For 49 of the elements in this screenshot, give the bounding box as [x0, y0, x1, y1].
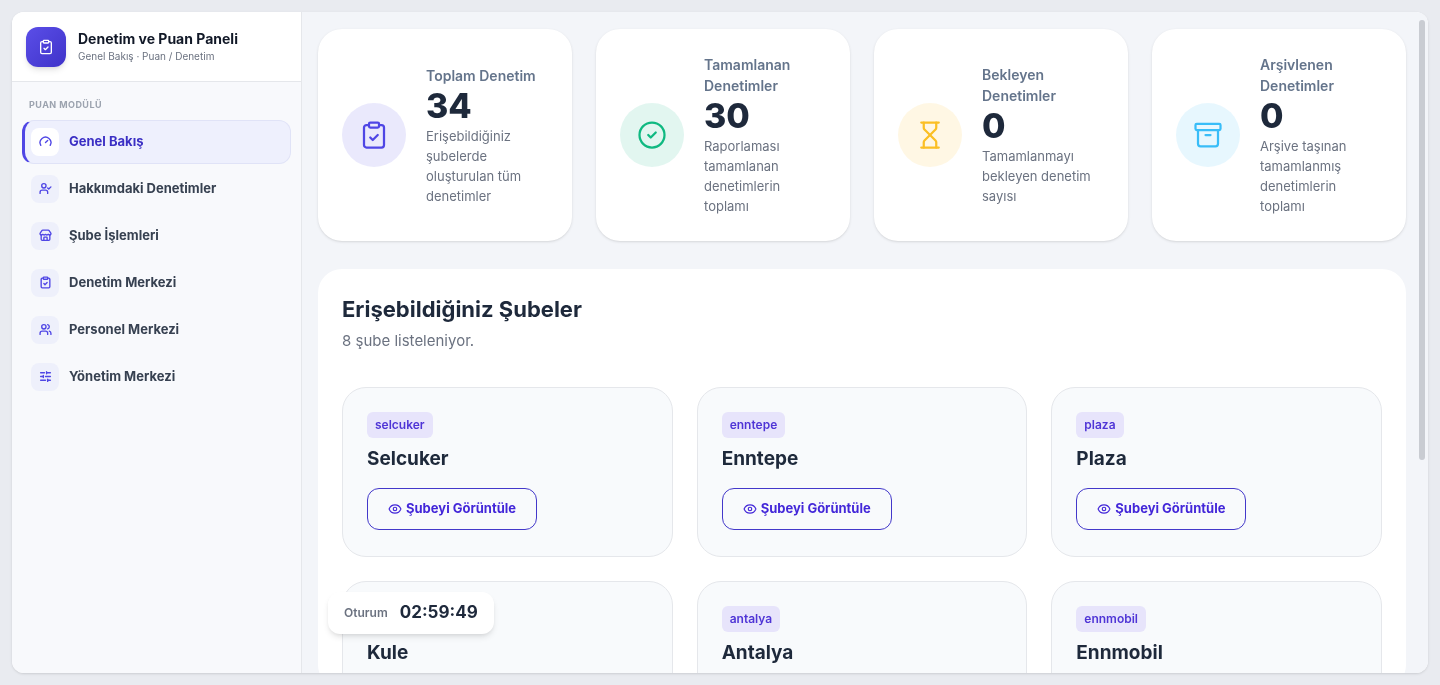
sliders-icon — [31, 362, 59, 391]
nav-item[interactable]: Personel Merkezi — [22, 307, 291, 352]
view-branch-button[interactable]: Şubeyi Görüntüle — [1076, 487, 1247, 530]
stat-title: Bekleyen Denetimler — [982, 65, 1057, 106]
nav-item[interactable]: Şube İşlemleri — [22, 213, 291, 258]
branch-name: Enntepe — [721, 445, 799, 472]
stat-title: Arşivlenen Denetimler — [1260, 55, 1335, 96]
nav-item[interactable]: Yönetim Merkezi — [22, 354, 291, 399]
section-subtitle: 8 şube listeleniyor. — [342, 330, 476, 352]
branch-tag: enntepe — [721, 411, 786, 438]
stat-value: 0 — [1260, 96, 1285, 136]
branch-tag: selcuker — [367, 411, 433, 438]
user-check-icon — [31, 174, 59, 203]
stat-title: Toplam Denetim — [426, 65, 537, 86]
eye-icon — [388, 501, 402, 516]
stat-description: Arşive taşınan tamamlanmış denetimlerin toplamı — [1260, 137, 1348, 216]
view-branch-button[interactable]: Şubeyi Görüntüle — [721, 487, 892, 530]
session-time: 02:59:49 — [399, 601, 478, 625]
branch-tag: antalya — [721, 605, 781, 632]
section-label: PUAN MODÜLÜ — [29, 98, 103, 112]
branch-name: Selcuker — [367, 445, 449, 472]
app-title: Denetim ve Puan Paneli — [78, 29, 238, 49]
view-branch-button[interactable]: Şubeyi Görüntüle — [367, 487, 538, 530]
branch-name: Plaza — [1076, 445, 1127, 472]
nav-item[interactable]: Denetim Merkezi — [22, 260, 291, 305]
stat-description: Tamamlanmayı bekleyen denetim sayısı — [982, 147, 1092, 206]
branch-tag: ennmobil — [1076, 605, 1146, 632]
stat-value: 0 — [982, 106, 1007, 146]
branch-tag: plaza — [1076, 411, 1124, 438]
nav-item[interactable]: Hakkımdaki Denetimler — [22, 166, 291, 211]
eye-icon — [742, 501, 757, 516]
stat-value: 30 — [704, 96, 751, 136]
gauge-icon — [31, 127, 59, 156]
stat-title: Tamamlanan Denetimler — [704, 55, 792, 96]
stat-description: Erişebildiğiniz şubelerde oluşturulan tüm denetimler — [426, 126, 523, 206]
clipboard-check-icon — [31, 268, 59, 297]
branch-name: Antalya — [721, 639, 794, 666]
session-label: Oturum — [344, 604, 388, 622]
eye-icon — [1097, 501, 1112, 516]
branch-name: Ennmobil — [1076, 639, 1163, 666]
app-subtitle: Genel Bakış · Puan / Denetim — [78, 49, 216, 64]
stat-value: 34 — [426, 85, 473, 126]
section-title: Erişebildiğiniz Şubeler — [342, 295, 583, 324]
store-icon — [31, 221, 59, 250]
app-logo-icon — [26, 26, 66, 67]
branch-name: Kule — [367, 639, 409, 666]
users-icon — [31, 315, 59, 344]
nav-item[interactable]: Genel Bakış — [22, 119, 291, 164]
stat-description: Raporlaması tamamlanan denetimlerin toplamı — [704, 137, 782, 216]
